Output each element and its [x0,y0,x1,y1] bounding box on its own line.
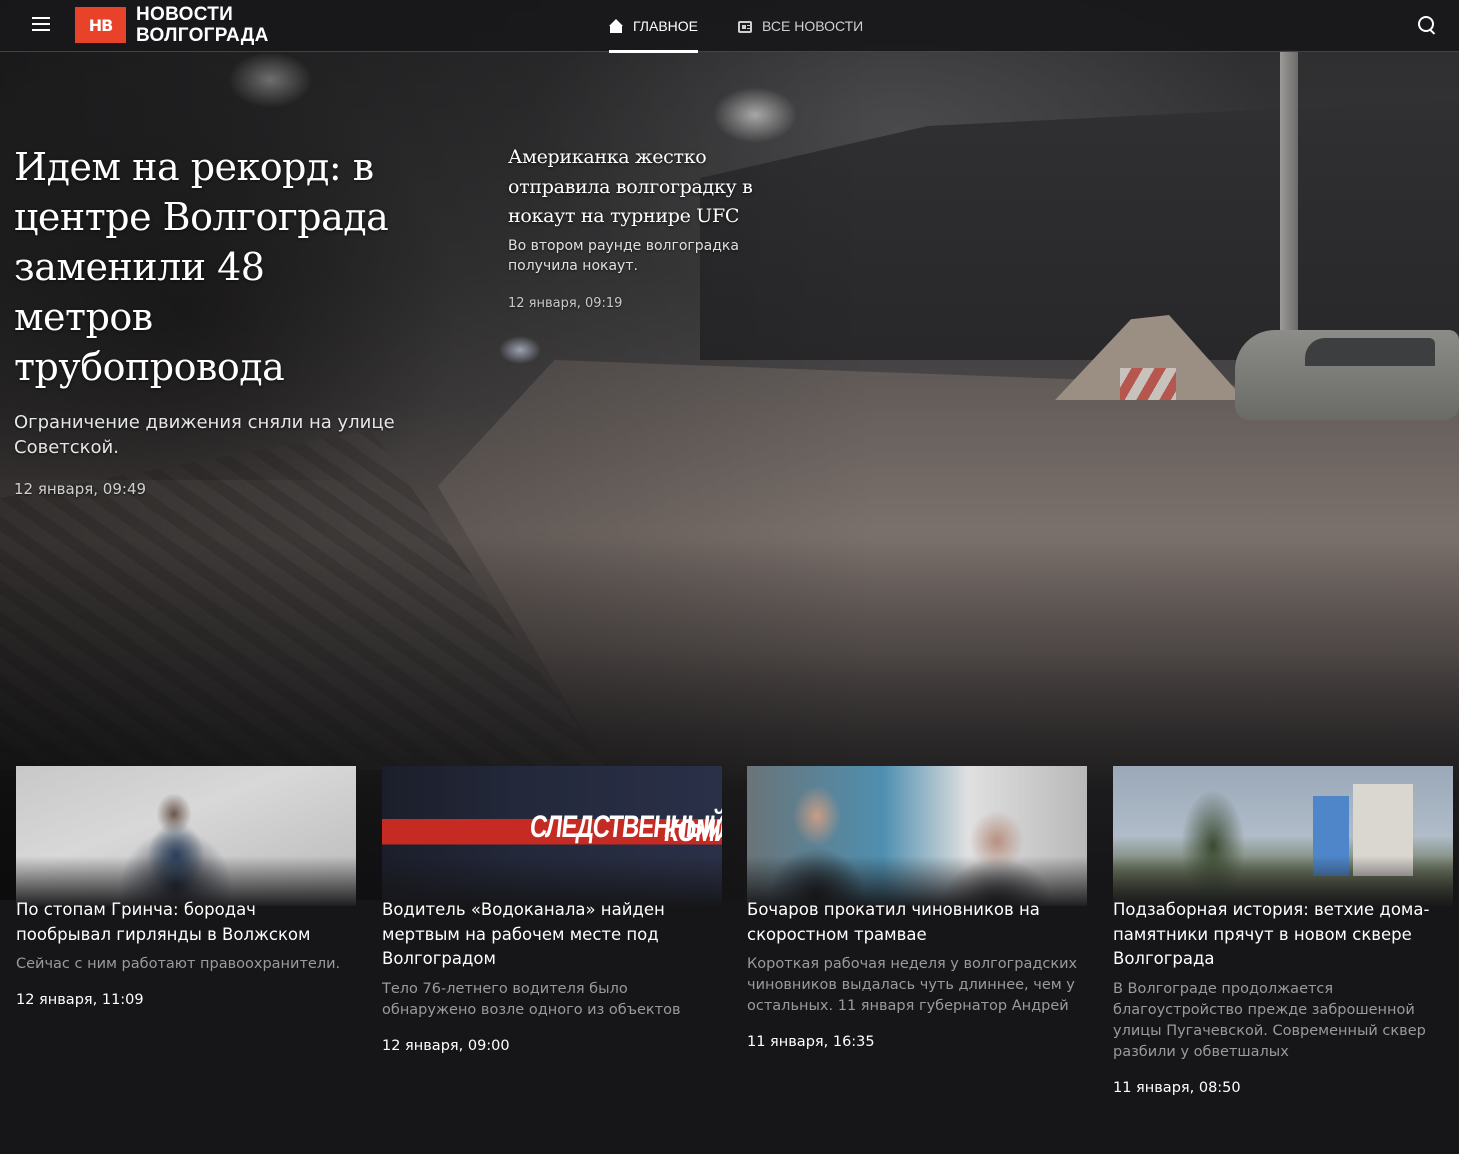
thumb-building [1353,784,1413,876]
news-card-date: 12 января, 09:00 [382,1037,510,1054]
news-card-lead: Сейчас с ним работают правоохранители. [16,956,341,972]
hero-main-title[interactable]: Идем на рекорд: в центре Волгограда заме… [14,142,414,392]
main-nav: ГЛАВНОЕ ВСЕ НОВОСТИ [609,0,903,53]
news-card[interactable]: По стопам Гринча: бородач пообрывал гирл… [16,766,356,1008]
site-header: НВ НОВОСТИ ВОЛГОГРАДА ГЛАВНОЕ ВСЕ НОВОСТ… [0,0,1459,53]
thumb-building [1313,796,1349,876]
news-card-lead: В Волгограде продолжается благоустройств… [1113,980,1426,1060]
hero-side-date: 12 января, 09:19 [508,295,623,311]
search-icon[interactable] [1416,14,1438,36]
hero-main-lead: Ограничение движения сняли на улице Сове… [14,412,395,458]
hero-main-date: 12 января, 09:49 [14,480,147,498]
thumb-label: КОМИТ [662,813,722,849]
logo-line-1: НОВОСТИ [136,4,234,25]
news-card-date: 11 января, 08:50 [1113,1079,1241,1096]
news-card-image[interactable] [16,766,356,906]
home-icon [609,19,623,33]
menu-icon[interactable] [30,14,52,36]
logo-badge: НВ [75,7,126,43]
news-card-date: 12 января, 11:09 [16,992,144,1008]
nav-tab-all-news[interactable]: ВСЕ НОВОСТИ [738,0,863,52]
news-card[interactable]: Подзаборная история: ветхие дома-памятни… [1113,766,1453,1096]
news-card-image[interactable] [747,766,1087,906]
news-card-image[interactable]: СЛЕДСТВЕННЫЙ КОМИТ [382,766,722,906]
news-card-title[interactable]: По стопам Гринча: бородач пообрывал гирл… [16,898,356,947]
news-card-title[interactable]: Бочаров прокатил чиновников на скоростно… [747,898,1087,947]
site-logo[interactable]: НВ НОВОСТИ ВОЛГОГРАДА [75,4,269,46]
news-card-title[interactable]: Подзаборная история: ветхие дома-памятни… [1113,898,1453,972]
news-cards: По стопам Гринча: бородач пообрывал гирл… [16,766,1453,1126]
logo-line-2: ВОЛГОГРАДА [136,25,269,46]
nav-tab-main[interactable]: ГЛАВНОЕ [609,0,698,53]
hero-side-title[interactable]: Американка жестко отправила волгоградку … [508,143,778,232]
nav-tab-main-label: ГЛАВНОЕ [633,18,698,34]
news-card-title[interactable]: Водитель «Водоканала» найден мертвым на … [382,898,722,972]
news-card[interactable]: Бочаров прокатил чиновников на скоростно… [747,766,1087,1050]
news-card-lead: Короткая рабочая неделя у волгоградских … [747,956,1078,1014]
hero-main-article[interactable]: Идем на рекорд: в центре Волгограда заме… [14,142,414,498]
news-card[interactable]: СЛЕДСТВЕННЫЙ КОМИТ Водитель «Водоканала»… [382,766,722,1054]
logo-text: НОВОСТИ ВОЛГОГРАДА [136,4,269,46]
news-card-lead: Тело 76-летнего водителя было обнаружено… [382,980,681,1018]
hero-side-lead: Во втором раунде волгоградка получила но… [508,237,739,274]
nav-tab-all-news-label: ВСЕ НОВОСТИ [762,18,864,34]
news-card-date: 11 января, 16:35 [747,1034,875,1050]
hero-side-article[interactable]: Американка жестко отправила волгоградку … [508,143,778,311]
newspaper-icon [738,20,752,33]
news-card-image[interactable] [1113,766,1453,906]
